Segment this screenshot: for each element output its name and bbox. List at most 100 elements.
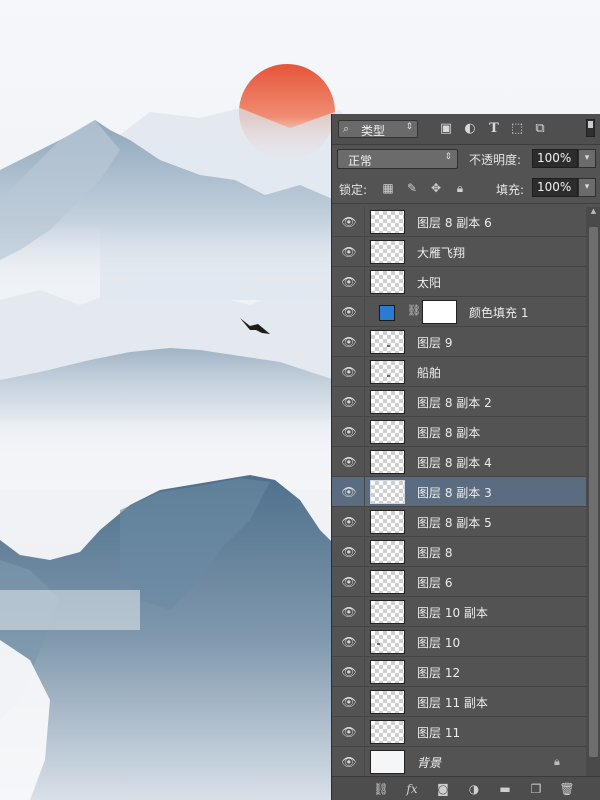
layer-name: 图层 12 — [417, 666, 461, 680]
visibility-eye-icon[interactable]: 👁︎ — [341, 666, 357, 678]
visibility-eye-icon[interactable]: 👁︎ — [341, 396, 357, 408]
fx-icon[interactable]: fx — [404, 781, 420, 797]
layer-row[interactable]: 👁︎ 图层 10 副本 — [332, 597, 586, 627]
row-divider — [364, 327, 365, 357]
layer-thumbnail[interactable] — [370, 600, 405, 624]
layer-row[interactable]: 👁︎ 背景 🔒︎ — [332, 747, 586, 777]
layer-thumbnail[interactable] — [370, 450, 405, 474]
visibility-eye-icon[interactable]: 👁︎ — [341, 426, 357, 438]
layer-thumbnail[interactable] — [370, 210, 405, 234]
layer-row[interactable]: 👁︎ ⛓︎ 颜色填充 1 — [332, 297, 586, 327]
visibility-eye-icon[interactable]: 👁︎ — [341, 696, 357, 708]
mask-link-icon[interactable]: ⛓︎ — [407, 304, 421, 317]
row-divider — [364, 747, 365, 777]
scrollbar-thumb[interactable] — [589, 227, 598, 757]
layer-row[interactable]: 👁︎ 图层 12 — [332, 657, 586, 687]
lock-transparent-pixels-icon[interactable]: ▦ — [381, 181, 395, 195]
layer-thumbnail[interactable] — [370, 480, 405, 504]
layer-thumbnail[interactable] — [370, 630, 405, 654]
visibility-eye-icon[interactable]: 👁︎ — [341, 606, 357, 618]
visibility-eye-icon[interactable]: 👁︎ — [341, 306, 357, 318]
visibility-eye-icon[interactable]: 👁︎ — [341, 516, 357, 528]
layer-row[interactable]: 👁︎ 船舶 — [332, 357, 586, 387]
adjustment-filter-icon[interactable]: ◐ — [462, 121, 478, 137]
visibility-eye-icon[interactable]: 👁︎ — [341, 276, 357, 288]
layer-thumbnail[interactable] — [370, 690, 405, 714]
layer-name: 大雁飞翔 — [417, 246, 466, 260]
layer-row[interactable]: 👁︎ 图层 10 — [332, 627, 586, 657]
layer-thumbnail[interactable] — [370, 240, 405, 264]
fill-input[interactable]: 100% — [532, 178, 578, 197]
layer-mask-thumbnail[interactable] — [422, 300, 457, 324]
type-filter-icon[interactable]: T — [486, 121, 502, 137]
layer-row[interactable]: 👁︎ 图层 8 副本 5 — [332, 507, 586, 537]
layer-thumbnail[interactable] — [370, 330, 405, 354]
visibility-eye-icon[interactable]: 👁︎ — [341, 336, 357, 348]
layer-thumbnail[interactable] — [370, 750, 405, 774]
layer-row[interactable]: 👁︎ 图层 8 副本 6 — [332, 207, 586, 237]
fill-color-swatch[interactable] — [379, 305, 395, 321]
filter-kind-select[interactable]: ⌕ 类型 ⇕ — [338, 120, 418, 138]
layer-name: 图层 8 副本 — [417, 426, 481, 440]
scroll-up-icon[interactable]: ▲ — [586, 207, 600, 219]
opacity-dropdown-button[interactable]: ▾ — [578, 149, 596, 168]
visibility-eye-icon[interactable]: 👁︎ — [341, 756, 357, 768]
filter-toggle-switch[interactable] — [586, 119, 595, 137]
row-divider — [364, 657, 365, 687]
lock-all-icon[interactable]: 🔒︎ — [453, 181, 467, 195]
fill-dropdown-button[interactable]: ▾ — [578, 178, 596, 197]
layer-row[interactable]: 👁︎ 图层 8 副本 3 — [332, 477, 586, 507]
layer-thumbnail[interactable] — [370, 510, 405, 534]
shape-filter-icon[interactable]: ⬚ — [509, 121, 525, 137]
visibility-eye-icon[interactable]: 👁︎ — [341, 546, 357, 558]
layer-thumbnail[interactable] — [370, 420, 405, 444]
layer-row[interactable]: 👁︎ 图层 8 副本 2 — [332, 387, 586, 417]
layer-thumbnail[interactable] — [370, 570, 405, 594]
opacity-label: 不透明度: — [469, 153, 522, 167]
add-mask-icon[interactable]: ◙ — [435, 781, 451, 797]
opacity-input[interactable]: 100% — [532, 149, 578, 168]
layer-row[interactable]: 👁︎ 图层 11 — [332, 717, 586, 747]
blend-opacity-bar: 正常 ⇕ 不透明度: 100% ▾ — [332, 145, 600, 173]
thumbnail-content — [377, 643, 380, 645]
visibility-eye-icon[interactable]: 👁︎ — [341, 486, 357, 498]
layer-row[interactable]: 👁︎ 图层 8 副本 — [332, 417, 586, 447]
layer-thumbnail[interactable] — [370, 660, 405, 684]
delete-layer-icon[interactable]: 🗑︎ — [559, 781, 575, 797]
new-adjustment-icon[interactable]: ◑ — [466, 781, 482, 797]
visibility-eye-icon[interactable]: 👁︎ — [341, 636, 357, 648]
layer-thumbnail[interactable] — [370, 270, 405, 294]
lock-image-pixels-icon[interactable]: ✎ — [405, 181, 419, 195]
visibility-eye-icon[interactable]: 👁︎ — [341, 576, 357, 588]
visibility-eye-icon[interactable]: 👁︎ — [341, 726, 357, 738]
search-icon: ⌕ — [343, 122, 350, 135]
link-layers-icon[interactable]: ⛓︎ — [373, 781, 389, 797]
visibility-eye-icon[interactable]: 👁︎ — [341, 246, 357, 258]
new-layer-icon[interactable]: ❐ — [528, 781, 544, 797]
layer-row[interactable]: 👁︎ 图层 11 副本 — [332, 687, 586, 717]
visibility-eye-icon[interactable]: 👁︎ — [341, 366, 357, 378]
layer-row[interactable]: 👁︎ 图层 6 — [332, 567, 586, 597]
layer-thumbnail[interactable] — [370, 360, 405, 384]
layer-thumbnail[interactable] — [370, 390, 405, 414]
visibility-eye-icon[interactable]: 👁︎ — [341, 456, 357, 468]
layer-row[interactable]: 👁︎ 图层 9 — [332, 327, 586, 357]
visibility-eye-icon[interactable]: 👁︎ — [341, 216, 357, 228]
lock-position-icon[interactable]: ✥ — [429, 181, 443, 195]
image-filter-icon[interactable]: ▣ — [438, 121, 454, 137]
layer-list-scrollbar[interactable]: ▲ — [586, 207, 600, 776]
layer-thumbnail[interactable] — [370, 720, 405, 744]
layer-name: 图层 8 副本 5 — [417, 516, 492, 530]
lock-label: 锁定: — [339, 183, 368, 197]
smart-object-filter-icon[interactable]: ⧉ — [532, 121, 548, 137]
layer-row[interactable]: 👁︎ 图层 8 副本 4 — [332, 447, 586, 477]
blend-mode-select[interactable]: 正常 ⇕ — [337, 149, 458, 169]
new-group-icon[interactable]: ▬ — [497, 781, 513, 797]
layer-row[interactable]: 👁︎ 图层 8 — [332, 537, 586, 567]
row-divider — [364, 267, 365, 297]
layer-thumbnail[interactable] — [370, 540, 405, 564]
layer-name: 颜色填充 1 — [469, 306, 529, 320]
layer-row[interactable]: 👁︎ 太阳 — [332, 267, 586, 297]
layer-row[interactable]: 👁︎ 大雁飞翔 — [332, 237, 586, 267]
thumbnail-content — [387, 345, 390, 347]
